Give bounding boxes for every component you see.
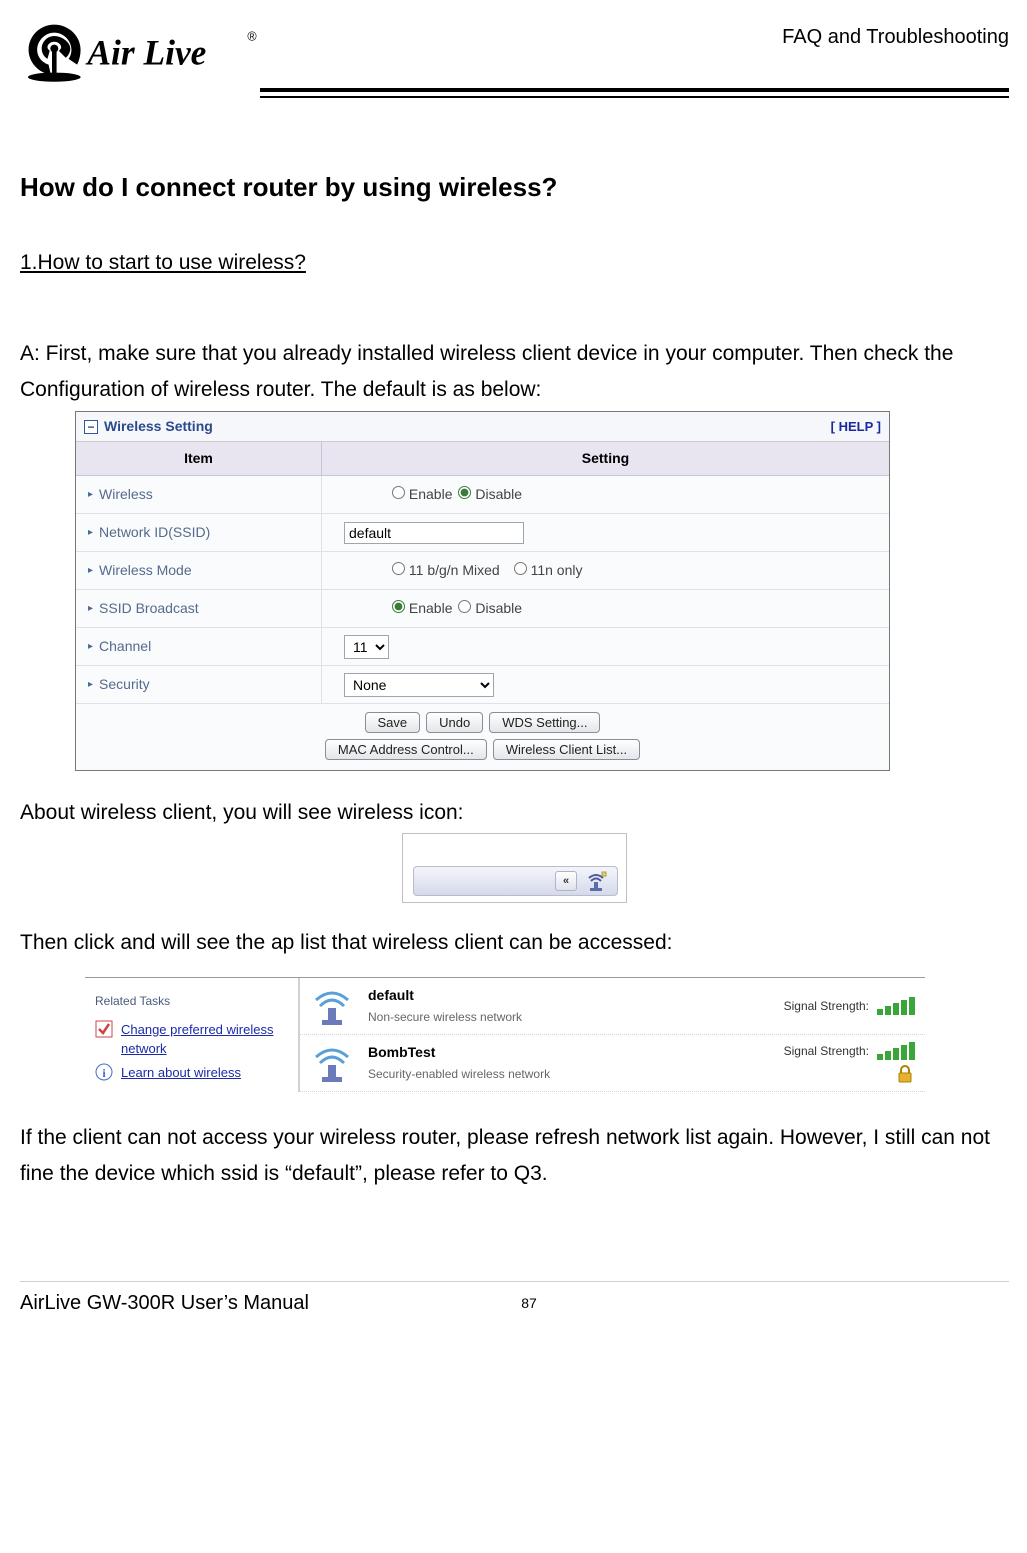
network-name: BombTest: [368, 1042, 770, 1063]
footer-manual-name: AirLive GW-300R User’s Manual: [20, 1288, 309, 1318]
bullet-icon: ▸: [88, 487, 93, 502]
row-label: Wireless: [99, 484, 153, 505]
related-tasks-heading: Related Tasks: [95, 992, 288, 1010]
network-description: Non-secure wireless network: [368, 1008, 770, 1026]
wireless-enable-option[interactable]: Enable: [392, 484, 452, 505]
learn-about-wireless-link[interactable]: Learn about wireless: [121, 1063, 241, 1083]
broadcast-disable-option[interactable]: Disable: [458, 598, 522, 619]
option-label: 11 b/g/n Mixed: [409, 562, 500, 578]
answer-paragraph-1: A: First, make sure that you already ins…: [20, 336, 1009, 407]
row-label: Network ID(SSID): [99, 522, 210, 543]
row-label: Channel: [99, 636, 151, 657]
wireless-network-list-screenshot: Related Tasks Change preferred wireless …: [85, 977, 925, 1092]
wireless-network-row[interactable]: BombTest Security-enabled wireless netwo…: [300, 1035, 925, 1092]
signal-bars-icon: [877, 997, 915, 1015]
column-header-setting: Setting: [322, 442, 889, 475]
option-label: Enable: [409, 486, 453, 502]
wireless-client-list-button[interactable]: Wireless Client List...: [493, 739, 640, 760]
channel-select[interactable]: 11: [344, 635, 389, 659]
broadcast-enable-option[interactable]: Enable: [392, 598, 452, 619]
wireless-setting-panel: − Wireless Setting [ HELP ] Item Setting…: [75, 411, 890, 771]
option-label: 11n only: [531, 562, 583, 578]
row-label: Security: [99, 674, 150, 695]
network-description: Security-enabled wireless network: [368, 1065, 770, 1083]
bullet-icon: ▸: [88, 677, 93, 692]
lock-icon: [895, 1064, 915, 1084]
bullet-icon: ▸: [88, 563, 93, 578]
info-icon: i: [95, 1063, 113, 1081]
wireless-network-icon: [310, 1041, 354, 1085]
preferred-network-icon: [95, 1020, 113, 1038]
network-name: default: [368, 985, 770, 1006]
bullet-icon: ▸: [88, 639, 93, 654]
change-preferred-network-link[interactable]: Change preferred wireless network: [121, 1020, 288, 1059]
tray-expand-icon[interactable]: «: [555, 871, 577, 891]
answer-paragraph-2: About wireless client, you will see wire…: [20, 795, 1009, 831]
page-number: 87: [309, 1293, 749, 1314]
mac-address-control-button[interactable]: MAC Address Control...: [325, 739, 487, 760]
wireless-network-icon: [310, 984, 354, 1028]
wireless-disable-option[interactable]: Disable: [458, 484, 522, 505]
bullet-icon: ▸: [88, 525, 93, 540]
panel-collapse-icon[interactable]: −: [84, 420, 98, 434]
help-link[interactable]: [ HELP ]: [831, 417, 881, 437]
row-label: SSID Broadcast: [99, 598, 199, 619]
mode-11n-option[interactable]: 11n only: [514, 560, 583, 581]
signal-bars-icon: [877, 1042, 915, 1060]
mode-mixed-option[interactable]: 11 b/g/n Mixed: [392, 560, 500, 581]
svg-text:Air Live: Air Live: [85, 33, 206, 73]
panel-title: Wireless Setting: [104, 416, 213, 437]
ssid-input[interactable]: [344, 522, 524, 544]
breadcrumb: FAQ and Troubleshooting: [782, 20, 1009, 52]
faq-question: 1.How to start to use wireless?: [20, 247, 306, 279]
undo-button[interactable]: Undo: [426, 712, 483, 733]
svg-text:®: ®: [247, 30, 257, 44]
wds-setting-button[interactable]: WDS Setting...: [489, 712, 600, 733]
option-label: Disable: [475, 486, 522, 502]
option-label: Disable: [475, 600, 522, 616]
option-label: Enable: [409, 600, 453, 616]
brand-logo: Air Live ®: [20, 20, 280, 98]
answer-paragraph-3: Then click and will see the ap list that…: [20, 925, 1009, 961]
wireless-network-row[interactable]: default Non-secure wireless network Sign…: [300, 978, 925, 1035]
signal-strength-label: Signal Strength:: [784, 997, 869, 1015]
column-header-item: Item: [76, 442, 322, 475]
wireless-tray-icon[interactable]: [585, 870, 607, 892]
answer-paragraph-4: If the client can not access your wirele…: [20, 1120, 1009, 1191]
signal-strength-label: Signal Strength:: [784, 1042, 869, 1060]
page-title: How do I connect router by using wireles…: [20, 168, 1009, 207]
save-button[interactable]: Save: [365, 712, 421, 733]
system-tray-screenshot: «: [402, 833, 627, 903]
header-divider: [20, 88, 1009, 108]
bullet-icon: ▸: [88, 601, 93, 616]
security-select[interactable]: None: [344, 673, 494, 697]
row-label: Wireless Mode: [99, 560, 192, 581]
